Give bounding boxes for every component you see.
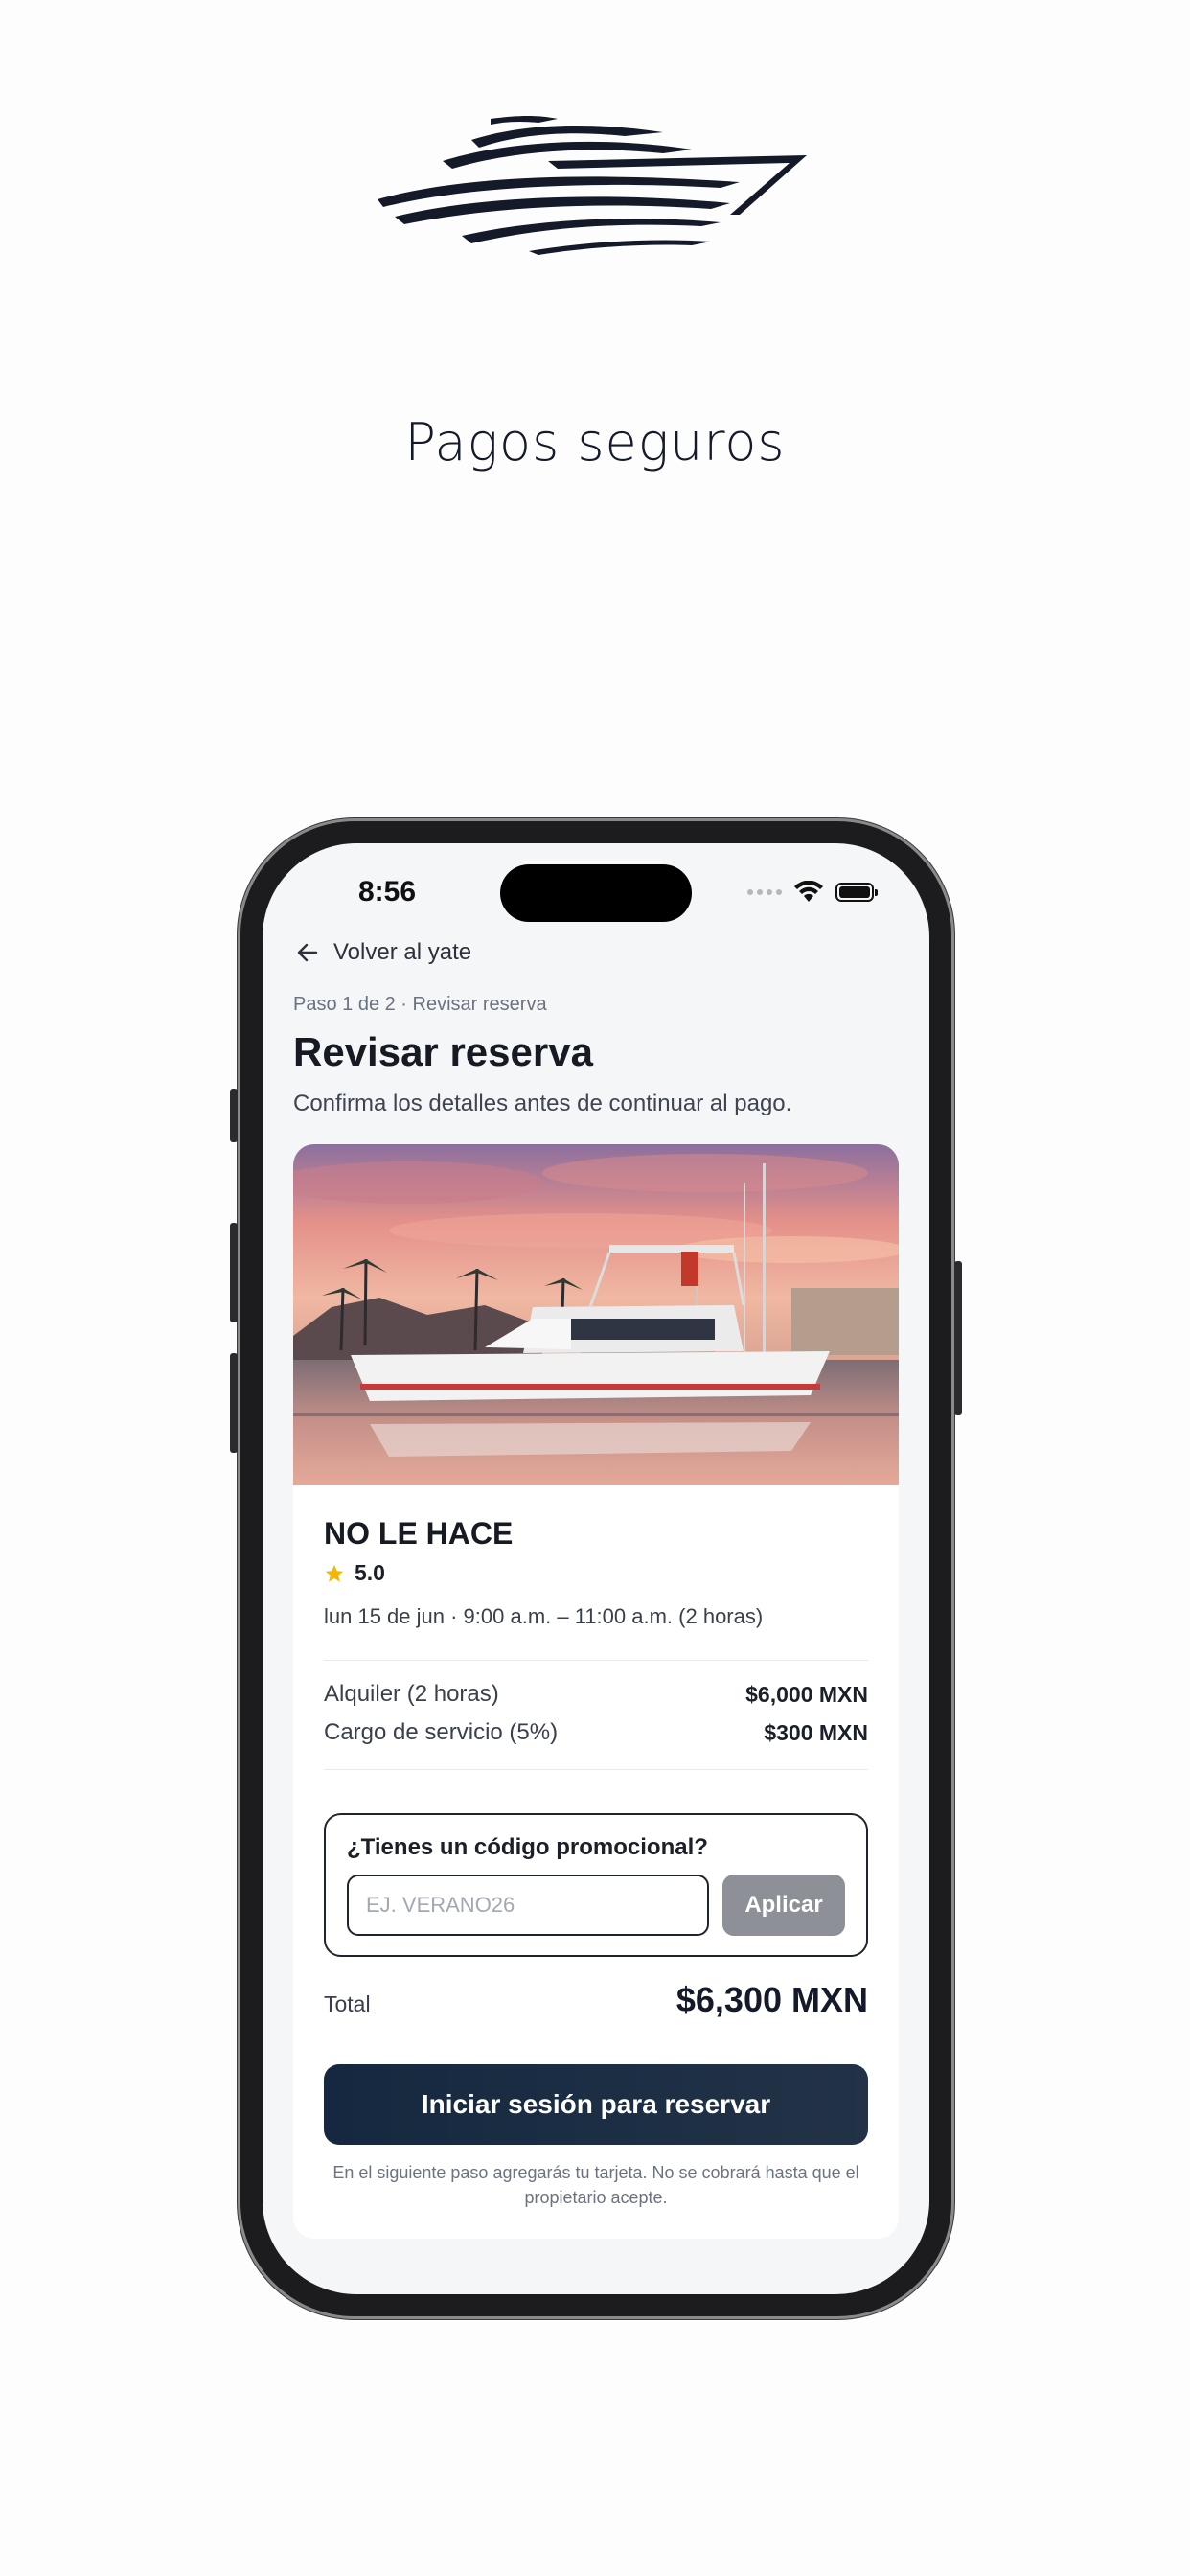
dynamic-island (500, 864, 692, 922)
phone-screen: 8:56 Volver al yate Paso 1 de 2 · Revisa… (263, 843, 929, 2294)
power-button (954, 1261, 962, 1414)
promo-code-input[interactable] (347, 1874, 709, 1936)
volume-up-button (230, 1223, 238, 1322)
rental-line-value: $6,000 MXN (745, 1682, 868, 1707)
step-indicator: Paso 1 de 2 · Revisar reserva (293, 994, 547, 1015)
mute-switch (230, 1089, 238, 1142)
divider (324, 1660, 868, 1661)
yacht-name: NO LE HACE (324, 1516, 514, 1551)
service-fee-value: $300 MXN (764, 1720, 868, 1745)
status-time: 8:56 (358, 876, 417, 908)
promo-code-label: ¿Tienes un código promocional? (347, 1834, 708, 1860)
total-label: Total (324, 1991, 371, 2016)
promo-headline: Pagos seguros (404, 412, 786, 472)
page-title: Revisar reserva (293, 1029, 593, 1074)
booking-summary-card: NO LE HACE 5.0 lun 15 de jun · 9:00 a.m.… (293, 1144, 899, 2239)
promo-code-section: ¿Tienes un código promocional? Aplicar (324, 1813, 868, 1957)
star-icon (325, 1564, 344, 1582)
rating-value: 5.0 (355, 1560, 385, 1585)
service-fee-label: Cargo de servicio (5%) (324, 1719, 559, 1745)
battery-icon (835, 883, 878, 902)
signal-icon (747, 889, 782, 895)
yacht-logo-icon (378, 116, 807, 255)
divider (324, 1769, 868, 1770)
wifi-icon (794, 881, 823, 902)
back-link-label: Volver al yate (333, 939, 472, 965)
status-icons (747, 878, 878, 907)
arrow-left-icon (297, 943, 318, 962)
page-subtitle: Confirma los detalles antes de continuar… (293, 1091, 792, 1116)
login-to-book-button[interactable]: Iniciar sesión para reservar (324, 2064, 868, 2145)
rental-line-label: Alquiler (2 horas) (324, 1681, 499, 1707)
booking-schedule: lun 15 de jun · 9:00 a.m. – 11:00 a.m. (… (324, 1604, 764, 1628)
back-to-yacht-link[interactable]: Volver al yate (295, 939, 471, 966)
volume-down-button (230, 1353, 238, 1453)
rating: 5.0 (324, 1560, 385, 1586)
apply-promo-button[interactable]: Aplicar (722, 1874, 845, 1936)
yacht-photo (293, 1144, 899, 1485)
payment-footnote: En el siguiente paso agregarás tu tarjet… (332, 2163, 859, 2207)
total-value: $6,300 MXN (675, 1980, 868, 2019)
